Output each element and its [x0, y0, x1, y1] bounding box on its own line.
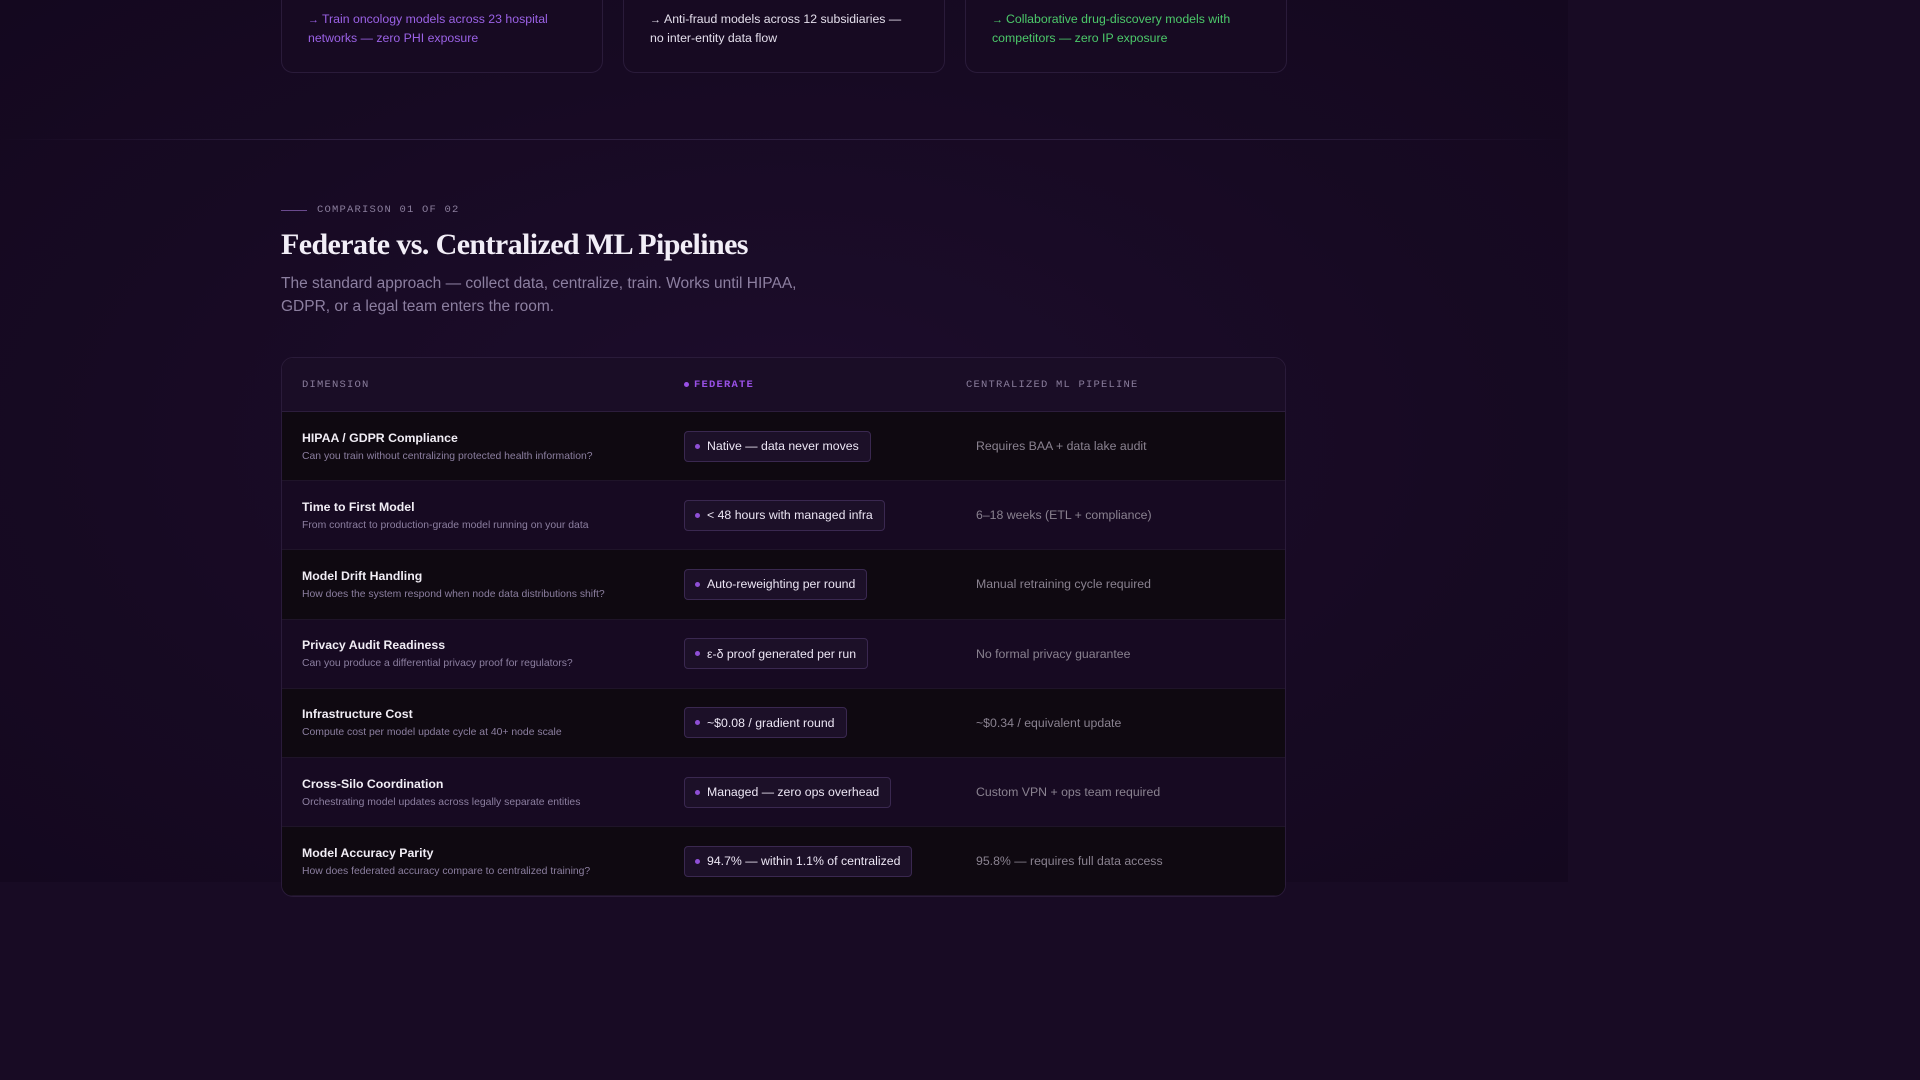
dimension-title: Privacy Audit Readiness — [302, 638, 446, 653]
federate-value-pill: Auto-reweighting per round — [684, 568, 868, 600]
centralized-value: Manual retraining cycle required — [976, 577, 1151, 592]
federate-cell: ~$0.08 / gradient round — [684, 707, 966, 739]
arrow-right-icon: → — [650, 14, 661, 26]
use-case-text: Anti-fraud models across 12 subsidiaries… — [650, 12, 902, 45]
federate-value: Auto-reweighting per round — [707, 577, 856, 592]
use-case-cards: → Train oncology models across 23 hospita… — [281, 0, 1287, 73]
federate-value: Native — data never moves — [707, 439, 859, 454]
section-divider — [0, 139, 1568, 140]
dimension-title: Model Accuracy Parity — [302, 845, 434, 860]
centralized-value: Custom VPN + ops team required — [976, 785, 1161, 800]
federate-value-pill: ε-δ proof generated per run — [684, 638, 869, 670]
dimension-description: From contract to production-grade model … — [302, 519, 589, 531]
federate-value-pill: < 48 hours with managed infra — [684, 499, 885, 531]
bullet-dot-icon — [695, 789, 700, 795]
dimension-description: Compute cost per model update cycle at 4… — [302, 727, 562, 739]
federate-value-pill: Managed — zero ops overhead — [684, 776, 892, 808]
centralized-value: 6–18 weeks (ETL + compliance) — [976, 508, 1152, 523]
federate-cell: 94.7% — within 1.1% of centralized — [684, 845, 966, 877]
dimension-cell: Infrastructure Cost Compute cost per mod… — [282, 707, 684, 738]
centralized-value: 95.8% — requires full data access — [976, 854, 1163, 869]
dimension-title: Cross-Silo Coordination — [302, 776, 444, 791]
dimension-cell: Cross-Silo Coordination Orchestrating mo… — [282, 777, 684, 808]
federate-cell: < 48 hours with managed infra — [684, 499, 966, 531]
federate-value: 94.7% — within 1.1% of centralized — [707, 854, 901, 869]
bullet-dot-icon — [695, 443, 700, 449]
bullet-dot-icon — [695, 720, 700, 726]
dimension-title: Time to First Model — [302, 499, 415, 514]
use-case-card-finance: → Anti-fraud models across 12 subsidiarie… — [623, 0, 945, 73]
federate-value: < 48 hours with managed infra — [707, 508, 873, 523]
federate-dot-icon — [684, 382, 689, 387]
eyebrow-line — [281, 209, 307, 211]
federate-value: ~$0.08 / gradient round — [707, 715, 835, 730]
arrow-right-icon: → — [308, 14, 319, 26]
federate-value: ε-δ proof generated per run — [707, 646, 857, 661]
header-federate-label: FEDERATE — [694, 378, 755, 391]
federate-value: Managed — zero ops overhead — [707, 785, 880, 800]
dimension-cell: Model Accuracy Parity How does federated… — [282, 846, 684, 877]
header-centralized: CENTRALIZED ML PIPELINE — [966, 378, 1139, 391]
federate-value-pill: ~$0.08 / gradient round — [684, 707, 847, 739]
centralized-value: ~$0.34 / equivalent update — [976, 715, 1122, 730]
table-row: HIPAA / GDPR Compliance Can you train wi… — [282, 412, 1285, 482]
bullet-dot-icon — [695, 581, 700, 587]
federate-cell: Native — data never moves — [684, 430, 966, 462]
table-row: Time to First Model From contract to pro… — [282, 481, 1285, 551]
dimension-description: How does federated accuracy compare to c… — [302, 865, 591, 877]
bullet-dot-icon — [695, 512, 700, 518]
federate-cell: Managed — zero ops overhead — [684, 776, 966, 808]
federate-cell: ε-δ proof generated per run — [684, 638, 966, 670]
federate-value-pill: Native — data never moves — [684, 430, 871, 462]
table-row: Model Accuracy Parity How does federated… — [282, 827, 1285, 896]
table-row: Infrastructure Cost Compute cost per mod… — [282, 688, 1285, 758]
dimension-cell: Time to First Model From contract to pro… — [282, 500, 684, 531]
federate-value-pill: 94.7% — within 1.1% of centralized — [684, 845, 913, 877]
table-body: HIPAA / GDPR Compliance Can you train wi… — [282, 412, 1285, 896]
dimension-cell: Model Drift Handling How does the system… — [282, 569, 684, 600]
bullet-dot-icon — [695, 651, 700, 657]
dimension-title: HIPAA / GDPR Compliance — [302, 430, 458, 445]
centralized-value: No formal privacy guarantee — [976, 646, 1131, 661]
federate-cell: Auto-reweighting per round — [684, 568, 966, 600]
bullet-dot-icon — [695, 858, 700, 864]
table-row: Cross-Silo Coordination Orchestrating mo… — [282, 757, 1285, 828]
use-case-text: Collaborative drug-discovery models with… — [992, 12, 1231, 45]
use-case-card-healthcare: → Train oncology models across 23 hospita… — [281, 0, 603, 73]
dimension-title: Infrastructure Cost — [302, 707, 413, 722]
dimension-description: How does the system respond when node da… — [302, 588, 605, 600]
table-header: DIMENSION FEDERATE CENTRALIZED ML PIPELI… — [282, 358, 1285, 412]
use-case-card-pharma: → Collaborative drug-discovery models wit… — [965, 0, 1287, 73]
section-subtitle: The standard approach — collect data, ce… — [281, 275, 797, 315]
arrow-right-icon: → — [992, 14, 1003, 26]
dimension-description: Orchestrating model updates across legal… — [302, 796, 581, 808]
centralized-value: Requires BAA + data lake audit — [976, 439, 1147, 454]
table-row: Privacy Audit Readiness Can you produce … — [282, 619, 1285, 689]
section-title: Federate vs. Centralized ML Pipelines — [281, 228, 748, 261]
use-case-text: Train oncology models across 23 hospital… — [308, 12, 548, 45]
eyebrow-text: COMPARISON 01 OF 02 — [317, 204, 460, 216]
dimension-cell: HIPAA / GDPR Compliance Can you train wi… — [282, 431, 684, 462]
dimension-description: Can you train without centralizing prote… — [302, 450, 593, 462]
header-dimension: DIMENSION — [302, 378, 370, 391]
comparison-table: DIMENSION FEDERATE CENTRALIZED ML PIPELI… — [281, 357, 1286, 897]
dimension-cell: Privacy Audit Readiness Can you produce … — [282, 638, 684, 669]
header-federate: FEDERATE — [684, 379, 966, 391]
section-eyebrow: COMPARISON 01 OF 02 — [281, 204, 460, 216]
table-row: Model Drift Handling How does the system… — [282, 550, 1285, 620]
dimension-title: Model Drift Handling — [302, 568, 423, 583]
dimension-description: Can you produce a differential privacy p… — [302, 658, 573, 670]
